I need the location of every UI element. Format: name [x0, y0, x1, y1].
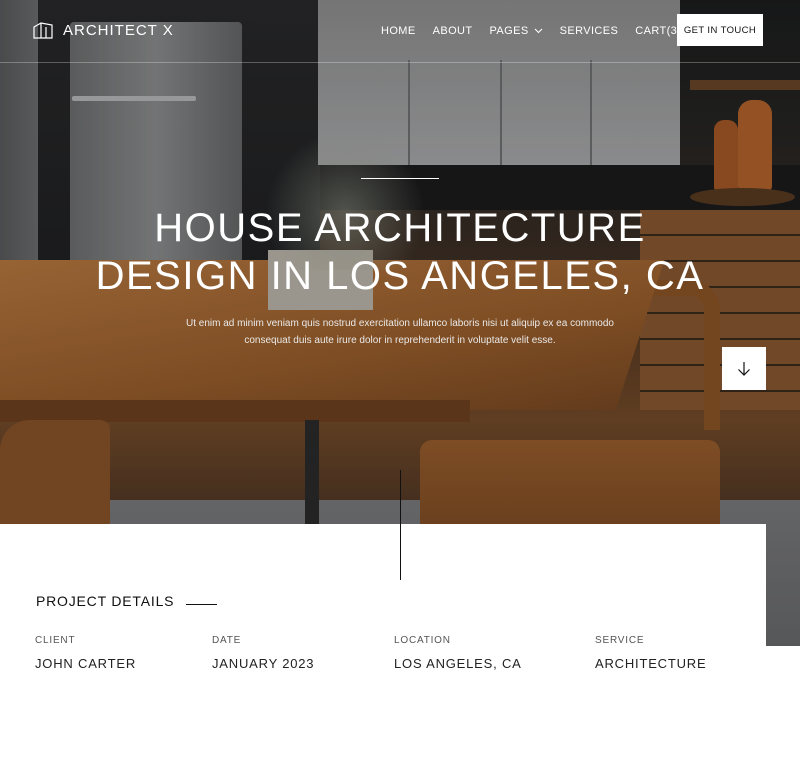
- detail-service: SERVICE ARCHITECTURE: [595, 635, 706, 671]
- nav-item-home[interactable]: HOME: [381, 25, 416, 37]
- scroll-down-button[interactable]: [722, 347, 766, 390]
- nav-item-pages-label: PAGES: [489, 25, 529, 37]
- hero-title-line-2: DESIGN IN LOS ANGELES, CA: [95, 254, 705, 298]
- nav-item-services[interactable]: SERVICES: [560, 25, 619, 37]
- detail-client: CLIENT JOHN CARTER: [35, 635, 136, 671]
- nav-item-pages[interactable]: PAGES: [490, 25, 543, 37]
- nav-item-cart[interactable]: CART(3): [635, 25, 681, 37]
- get-in-touch-button[interactable]: GET IN TOUCH: [677, 14, 763, 46]
- arrow-down-icon: [738, 361, 750, 376]
- detail-value: LOS ANGELES, CA: [394, 656, 522, 671]
- detail-date: DATE JANUARY 2023: [212, 635, 314, 671]
- brand-name: ARCHITECT X: [63, 21, 174, 39]
- detail-label: LOCATION: [394, 635, 451, 646]
- detail-location: LOCATION LOS ANGELES, CA: [394, 635, 522, 671]
- project-details-title: PROJECT DETAILS: [36, 593, 175, 609]
- main-menu: HOME ABOUT PAGES SERVICES CART(3): [381, 25, 698, 37]
- detail-value: JANUARY 2023: [212, 656, 315, 671]
- detail-label: SERVICE: [595, 635, 645, 646]
- hero-title: HOUSE ARCHITECTURE DESIGN IN LOS ANGELES…: [0, 204, 800, 300]
- detail-value: ARCHITECTURE: [595, 656, 707, 671]
- heading-dash: [186, 603, 218, 605]
- brand-logo[interactable]: ARCHITECT X: [33, 21, 174, 39]
- detail-label: DATE: [212, 635, 242, 646]
- building-icon: [33, 22, 53, 39]
- detail-value: JOHN CARTER: [35, 656, 137, 671]
- vertical-divider-line: [400, 470, 401, 580]
- project-details-heading: PROJECT DETAILS: [36, 593, 218, 609]
- title-decoration-line: [361, 178, 439, 179]
- chevron-down-icon: [534, 28, 542, 34]
- top-nav: ARCHITECT X HOME ABOUT PAGES SERVICES CA…: [0, 0, 800, 63]
- hero-subtitle: Ut enim ad minim veniam quis nostrud exe…: [186, 318, 614, 346]
- hero-title-line-1: HOUSE ARCHITECTURE: [154, 206, 646, 250]
- detail-label: CLIENT: [35, 635, 76, 646]
- nav-item-about[interactable]: ABOUT: [433, 25, 473, 37]
